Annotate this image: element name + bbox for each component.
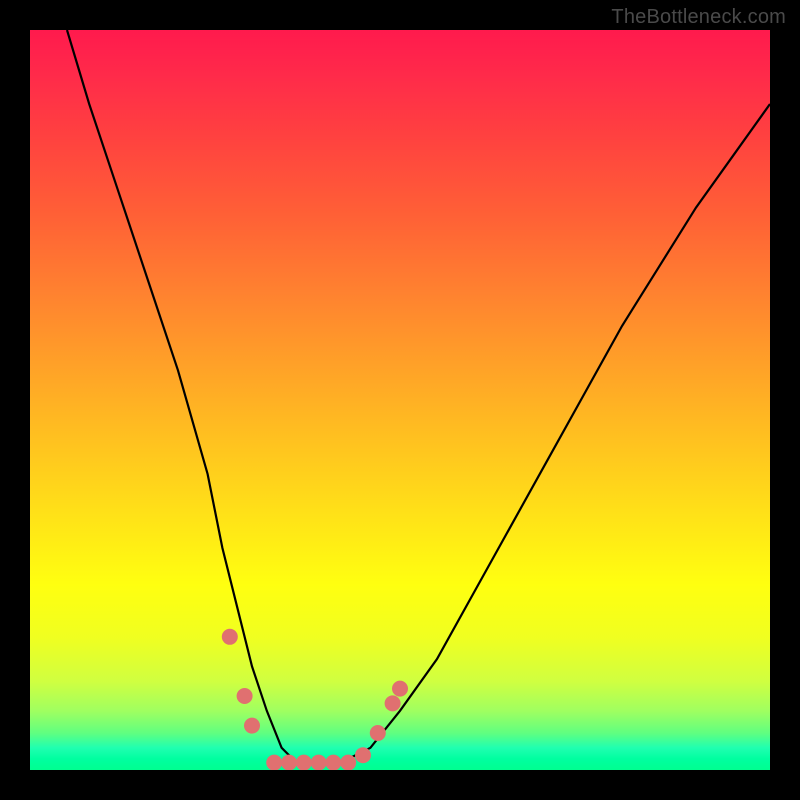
data-point (222, 629, 238, 645)
data-point (370, 725, 386, 741)
data-point (266, 755, 282, 770)
watermark-text: TheBottleneck.com (611, 6, 786, 29)
data-point (281, 755, 297, 770)
bottleneck-curve (67, 30, 770, 763)
data-point (355, 747, 371, 763)
data-point (340, 755, 356, 770)
chart-svg (30, 30, 770, 770)
data-point (325, 755, 341, 770)
data-point (244, 718, 260, 734)
data-point (296, 755, 312, 770)
data-point (385, 695, 401, 711)
data-point (311, 755, 327, 770)
chart-frame: TheBottleneck.com (0, 0, 800, 800)
data-point (237, 688, 253, 704)
data-point (392, 681, 408, 697)
data-markers (222, 629, 408, 770)
